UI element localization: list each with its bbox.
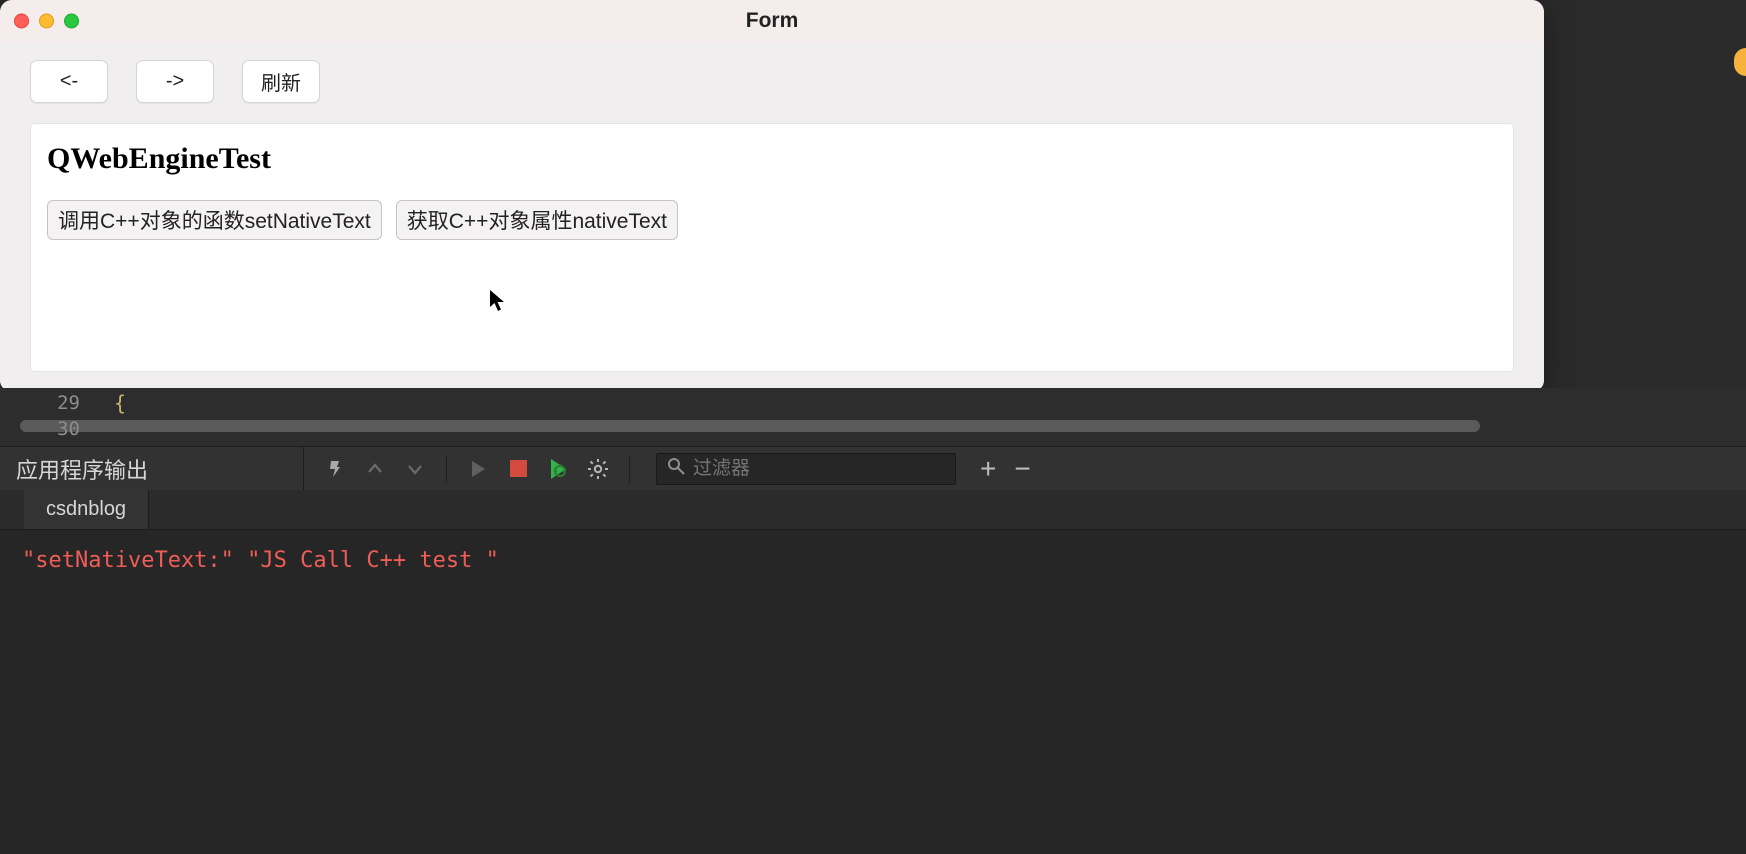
plus-icon[interactable]: + <box>980 453 996 485</box>
output-content: "setNativeText:" "JS Call C++ test " <box>0 530 1746 854</box>
run-debug-icon[interactable] <box>545 456 571 482</box>
back-button[interactable]: <- <box>30 60 108 103</box>
window-title: Form <box>746 9 799 33</box>
titlebar: Form <box>0 0 1544 42</box>
page-button-row: 调用C++对象的函数setNativeText 获取C++对象属性nativeT… <box>47 200 1497 240</box>
line-number: 30 <box>0 418 94 440</box>
play-icon[interactable] <box>465 456 491 482</box>
form-body: <- -> 刷新 QWebEngineTest 调用C++对象的函数setNat… <box>0 42 1544 392</box>
editor-region: 29 { 30 <box>0 388 1746 448</box>
output-tabs: csdnblog <box>0 490 1746 530</box>
maximize-icon[interactable] <box>64 14 79 29</box>
filter-input[interactable] <box>693 458 945 480</box>
gear-icon[interactable] <box>585 456 611 482</box>
stop-icon[interactable] <box>505 456 531 482</box>
pin-icon[interactable] <box>322 456 348 482</box>
web-view: QWebEngineTest 调用C++对象的函数setNativeText 获… <box>30 123 1514 372</box>
editor-line: 30 <box>0 414 1746 444</box>
close-icon[interactable] <box>14 14 29 29</box>
application-output-panel: 应用程序输出 <box>0 446 1746 854</box>
editor-text: { <box>94 391 126 415</box>
page-heading: QWebEngineTest <box>47 142 1497 176</box>
form-window: Form <- -> 刷新 QWebEngineTest 调用C++对象的函数s… <box>0 0 1544 392</box>
chevron-up-icon[interactable] <box>362 456 388 482</box>
window-controls <box>14 14 79 29</box>
search-icon <box>667 457 685 481</box>
output-header: 应用程序输出 <box>0 446 1746 490</box>
overlay-pill-icon <box>1734 48 1746 76</box>
zoom-controls: + − <box>980 453 1031 485</box>
nav-row: <- -> 刷新 <box>30 60 1514 103</box>
separator <box>629 455 630 483</box>
call-set-native-text-button[interactable]: 调用C++对象的函数setNativeText <box>47 200 382 240</box>
output-tab-csdnblog[interactable]: csdnblog <box>24 490 149 529</box>
line-number: 29 <box>0 392 94 414</box>
chevron-down-icon[interactable] <box>402 456 428 482</box>
output-title: 应用程序输出 <box>0 447 304 490</box>
get-native-text-button[interactable]: 获取C++对象属性nativeText <box>396 200 678 240</box>
output-toolbar: + − <box>304 453 1031 485</box>
refresh-button[interactable]: 刷新 <box>242 60 320 103</box>
minus-icon[interactable]: − <box>1014 453 1030 485</box>
minimize-icon[interactable] <box>39 14 54 29</box>
filter-input-wrap[interactable] <box>656 453 956 485</box>
forward-button[interactable]: -> <box>136 60 214 103</box>
separator <box>446 455 447 483</box>
